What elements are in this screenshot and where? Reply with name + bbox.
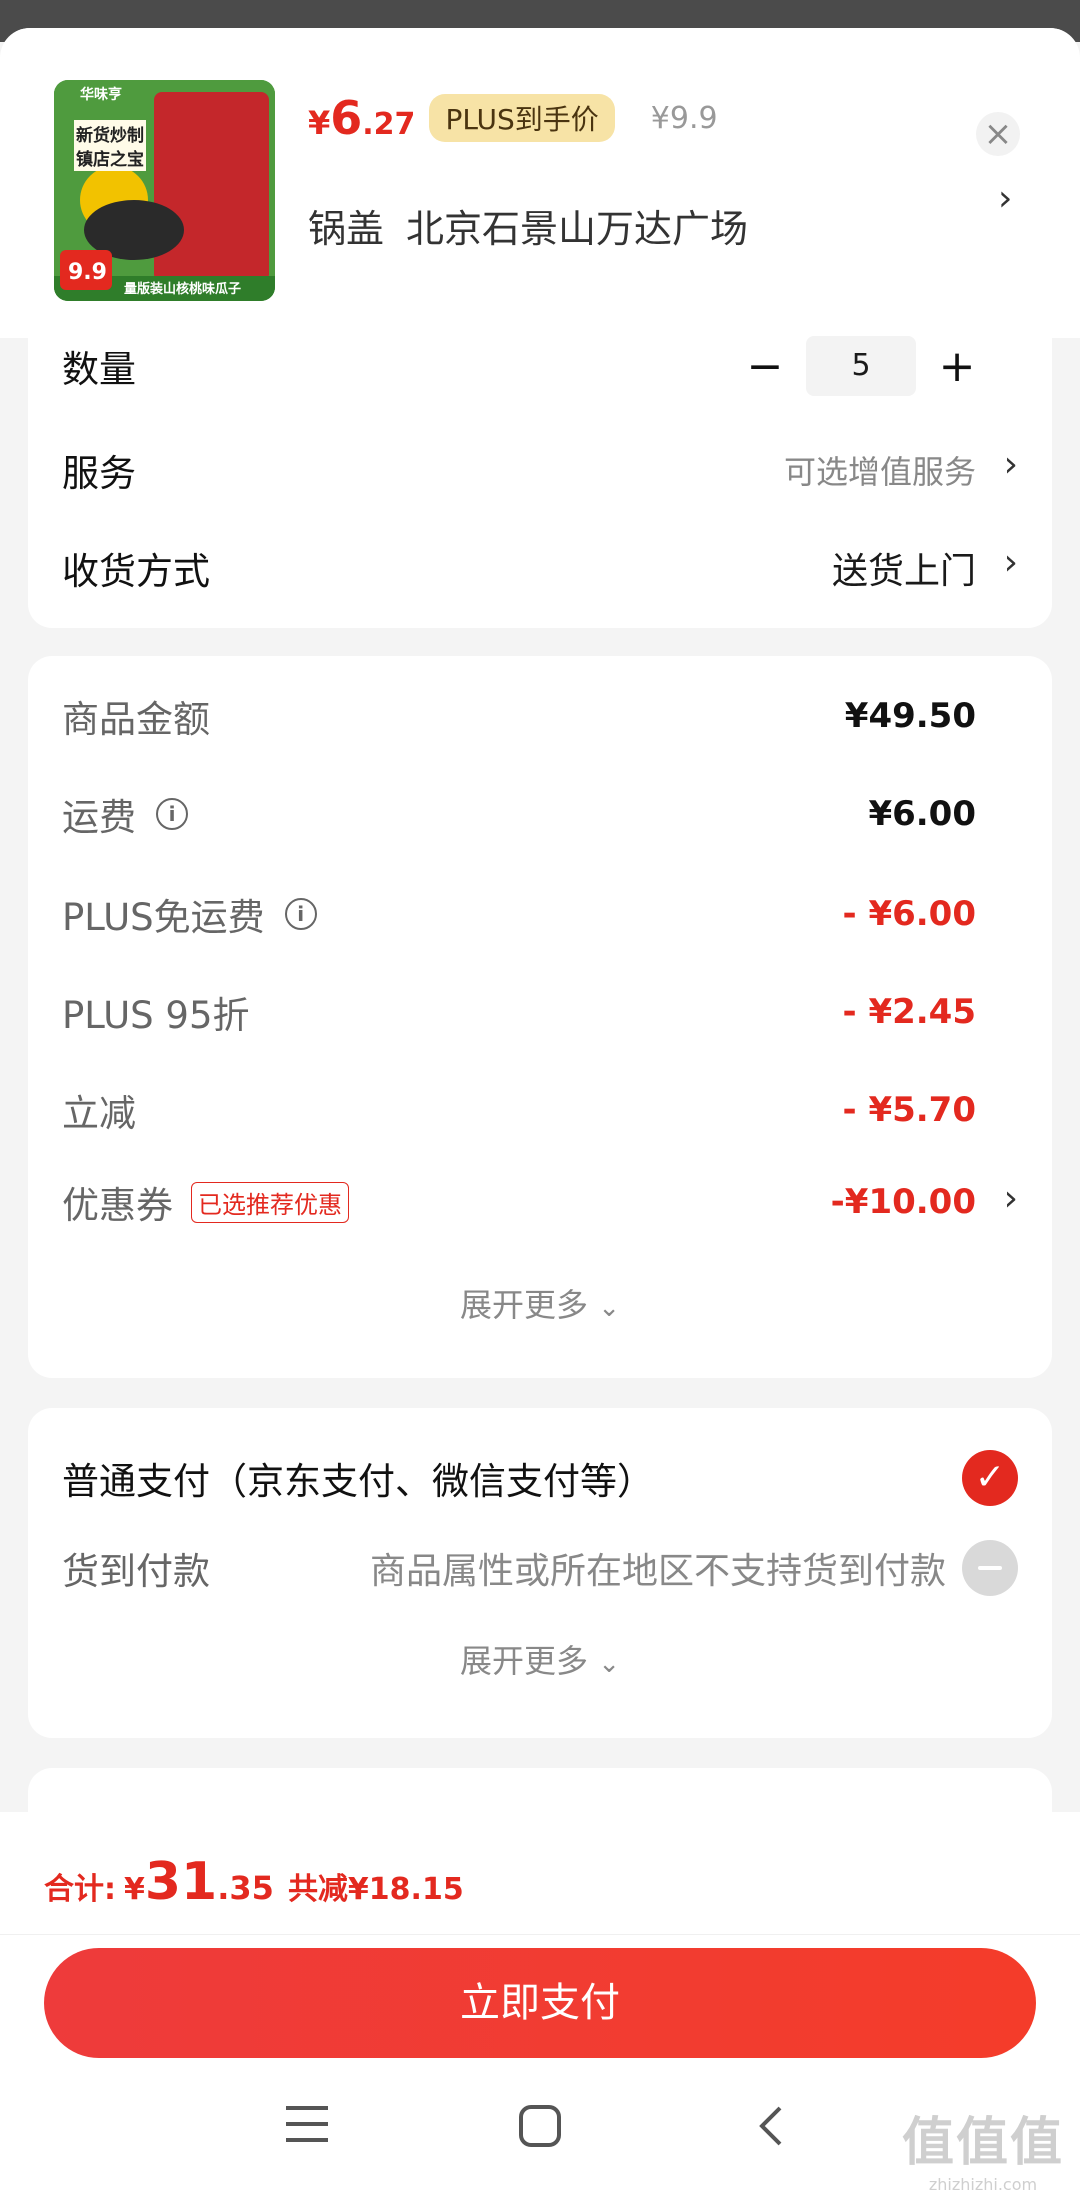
- delivery-label: 收货方式: [62, 550, 210, 593]
- price-decimal: .27: [362, 107, 416, 142]
- options-card: 数量 − 5 + 服务 可选增值服务 › 收货方式 送货上门 ›: [28, 328, 1052, 628]
- price-row: ¥ 6 .27 PLUS到手价 ¥9.9: [308, 88, 718, 148]
- plus-price-tag: PLUS到手价: [429, 94, 615, 142]
- watermark: 值值值 zhizhizhi.com: [902, 2100, 1064, 2194]
- price-integer: 6: [330, 91, 363, 145]
- chevron-right-icon: ›: [1003, 444, 1018, 485]
- cod-note: 商品属性或所在地区不支持货到付款: [369, 1551, 946, 1592]
- product-thumbnail[interactable]: 华味亨 新货炒制 镇店之宝 9.9 量版装山核桃味瓜子: [54, 80, 275, 301]
- info-icon[interactable]: i: [284, 898, 317, 930]
- delivery-row[interactable]: 收货方式 送货上门 ›: [62, 538, 1018, 598]
- order-summary-card: 商品金额 ¥49.50 运费 i ¥6.00 PLUS免运费 i - ¥6.00…: [28, 656, 1052, 1378]
- coupon-value: -¥10.00: [830, 1182, 976, 1222]
- plus-discount-value: - ¥2.45: [842, 992, 977, 1032]
- chevron-right-icon: ›: [1003, 1178, 1018, 1219]
- service-row[interactable]: 服务 可选增值服务 ›: [62, 440, 1018, 500]
- plus-discount-label: PLUS 95折: [62, 994, 250, 1037]
- chevron-right-icon[interactable]: ›: [998, 178, 1012, 219]
- total-row: 合计: ¥ 31 .35 共减¥18.15: [44, 1852, 464, 1912]
- goods-amount-row: 商品金额 ¥49.50: [62, 686, 1018, 746]
- shipping-label: 运费: [62, 796, 136, 839]
- pay-now-button[interactable]: 立即支付: [44, 1948, 1036, 2058]
- quantity-stepper: − 5 +: [740, 336, 982, 396]
- goods-amount-value: ¥49.50: [844, 696, 976, 736]
- watermark-text: 值值值: [901, 2113, 1064, 2173]
- coupon-row[interactable]: 优惠券 已选推荐优惠 -¥10.00 ›: [62, 1172, 1018, 1232]
- delivery-value: 送货上门: [831, 551, 976, 592]
- menu-icon[interactable]: [286, 2104, 328, 2148]
- checkout-footer: 合计: ¥ 31 .35 共减¥18.15 立即支付 值值值 zhizhizhi…: [0, 1812, 1080, 2198]
- plus-button[interactable]: +: [932, 341, 982, 392]
- thumb-brand: 华味亨: [80, 87, 122, 103]
- chevron-down-icon: ⌄: [598, 1649, 620, 1679]
- disabled-radio-icon: [962, 1540, 1018, 1596]
- quantity-row: 数量 − 5 +: [62, 336, 1018, 396]
- normal-payment-label: 普通支付（京东支付、微信支付等）: [62, 1460, 654, 1503]
- chevron-down-icon: ⌄: [598, 1293, 620, 1323]
- close-icon[interactable]: ×: [976, 112, 1020, 156]
- plus-free-shipping-row: PLUS免运费 i - ¥6.00: [62, 884, 1018, 944]
- plus-free-shipping-label: PLUS免运费: [62, 896, 265, 939]
- thumb-badge-price: 9.9: [68, 260, 107, 285]
- original-price: ¥9.9: [650, 100, 718, 136]
- quantity-label: 数量: [62, 348, 136, 391]
- total-integer: 31: [144, 1852, 218, 1912]
- shipping-row: 运费 i ¥6.00: [62, 784, 1018, 844]
- current-price: ¥ 6 .27: [308, 91, 415, 145]
- service-label: 服务: [62, 452, 136, 495]
- plus-free-shipping-value: - ¥6.00: [842, 894, 977, 934]
- watermark-url: zhizhizhi.com: [928, 2175, 1038, 2194]
- shipping-value: ¥6.00: [868, 794, 976, 834]
- instant-discount-row: 立减 - ¥5.70: [62, 1080, 1018, 1140]
- thumb-line1: 新货炒制: [74, 120, 146, 147]
- coupon-badge: 已选推荐优惠: [191, 1181, 349, 1223]
- thumb-banner: 量版装山核桃味瓜子: [124, 282, 242, 297]
- expand-more-button[interactable]: 展开更多 ⌄: [28, 1280, 1052, 1326]
- expand-more-label: 展开更多: [460, 1286, 589, 1324]
- store-prefix: 锅盖: [308, 207, 385, 251]
- service-value: 可选增值服务: [783, 453, 976, 491]
- thumb-line2: 镇店之宝: [74, 144, 146, 171]
- plus-discount-row: PLUS 95折 - ¥2.45: [62, 982, 1018, 1042]
- total-saved: 共减¥18.15: [287, 1872, 464, 1907]
- payment-method-card: 普通支付（京东支付、微信支付等） ✓ 货到付款 商品属性或所在地区不支持货到付款…: [28, 1408, 1052, 1738]
- coupon-label: 优惠券: [62, 1184, 173, 1227]
- quantity-input[interactable]: 5: [806, 336, 916, 396]
- product-header: 华味亨 新货炒制 镇店之宝 9.9 量版装山核桃味瓜子 ¥ 6 .27 PLUS…: [0, 28, 1080, 338]
- chevron-right-icon: ›: [1003, 542, 1018, 583]
- store-name: 北京石景山万达广场: [406, 207, 749, 251]
- expand-more-label: 展开更多: [460, 1642, 589, 1680]
- minus-button[interactable]: −: [740, 341, 790, 392]
- cod-row: 货到付款 商品属性或所在地区不支持货到付款: [62, 1538, 1018, 1598]
- instant-discount-label: 立减: [62, 1092, 136, 1135]
- total-symbol: ¥: [124, 1872, 145, 1907]
- info-icon[interactable]: i: [156, 798, 188, 830]
- normal-payment-row[interactable]: 普通支付（京东支付、微信支付等）: [62, 1448, 1018, 1508]
- instant-discount-value: - ¥5.70: [842, 1090, 977, 1130]
- store-row[interactable]: 锅盖 北京石景山万达广场: [308, 198, 748, 253]
- price-symbol: ¥: [308, 104, 331, 142]
- expand-more-payment-button[interactable]: 展开更多 ⌄: [28, 1636, 1052, 1682]
- divider: [0, 1934, 1080, 1935]
- cod-label: 货到付款: [62, 1550, 210, 1593]
- back-icon[interactable]: [756, 2104, 786, 2152]
- home-icon[interactable]: [518, 2104, 562, 2152]
- goods-amount-label: 商品金额: [62, 698, 210, 741]
- total-label: 合计:: [44, 1872, 116, 1907]
- total-decimal: .35: [217, 1869, 274, 1907]
- checkmark-icon[interactable]: ✓: [962, 1450, 1018, 1506]
